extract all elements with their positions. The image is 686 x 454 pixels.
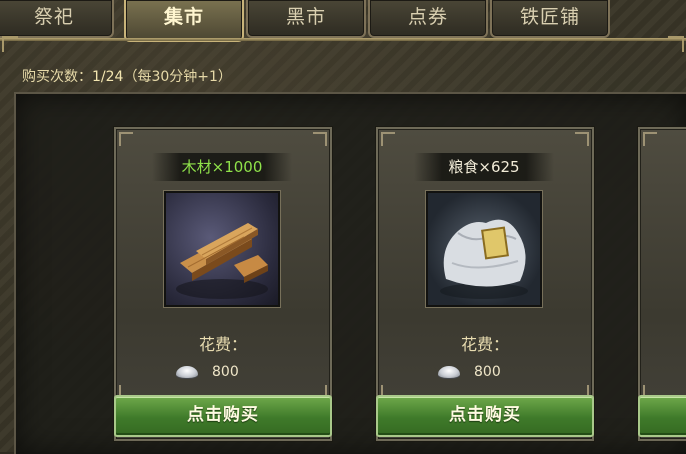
tab-divider (0, 38, 686, 41)
card-corner (575, 132, 589, 146)
item-card: 木材×1000 花费： 800 点击购买 (114, 127, 332, 441)
tab-coupons[interactable]: 点券 (368, 0, 488, 38)
tab-market[interactable]: 集市 (124, 0, 244, 42)
grain-sack-icon (426, 191, 542, 307)
frame-corner-right (668, 36, 684, 52)
cost-label: 花费： (198, 335, 247, 354)
card-corner (381, 132, 395, 146)
purchase-count-note: （每30分钟+1） (123, 69, 232, 85)
price: 800 (176, 361, 239, 383)
purchase-count: 购买次数：1/24（每30分钟+1） (22, 66, 232, 86)
wood-planks-icon (164, 191, 280, 307)
purchase-count-label: 购买次数： (22, 69, 92, 85)
card-corner (119, 132, 133, 146)
tab-sacrifice[interactable]: 祭祀 (0, 0, 114, 38)
price: 800 (438, 361, 501, 383)
tab-black-market[interactable]: 黑市 (246, 0, 366, 38)
purchase-count-value: 1/24 (92, 69, 124, 85)
tab-bar: 祭祀 集市 黑市 点券 铁匠铺 (0, 0, 686, 42)
item-card: 粮食×625 花费： 800 点击购买 (376, 127, 594, 441)
buy-button[interactable]: 点击购买 (376, 395, 594, 437)
cost-label: 花费： (460, 335, 509, 354)
price-value: 800 (474, 364, 501, 380)
card-corner (643, 132, 657, 146)
item-name: 木材×1000 (152, 153, 292, 181)
silver-ingot-icon (438, 366, 460, 378)
item-card-partial (638, 127, 686, 441)
silver-ingot-icon (176, 366, 198, 378)
price-value: 800 (212, 364, 239, 380)
buy-button[interactable]: 点击购买 (114, 395, 332, 437)
buy-button-partial[interactable] (638, 395, 686, 437)
card-corner (313, 132, 327, 146)
tab-blacksmith[interactable]: 铁匠铺 (490, 0, 610, 38)
frame-corner-left (2, 36, 18, 52)
item-name: 粮食×625 (414, 153, 554, 181)
